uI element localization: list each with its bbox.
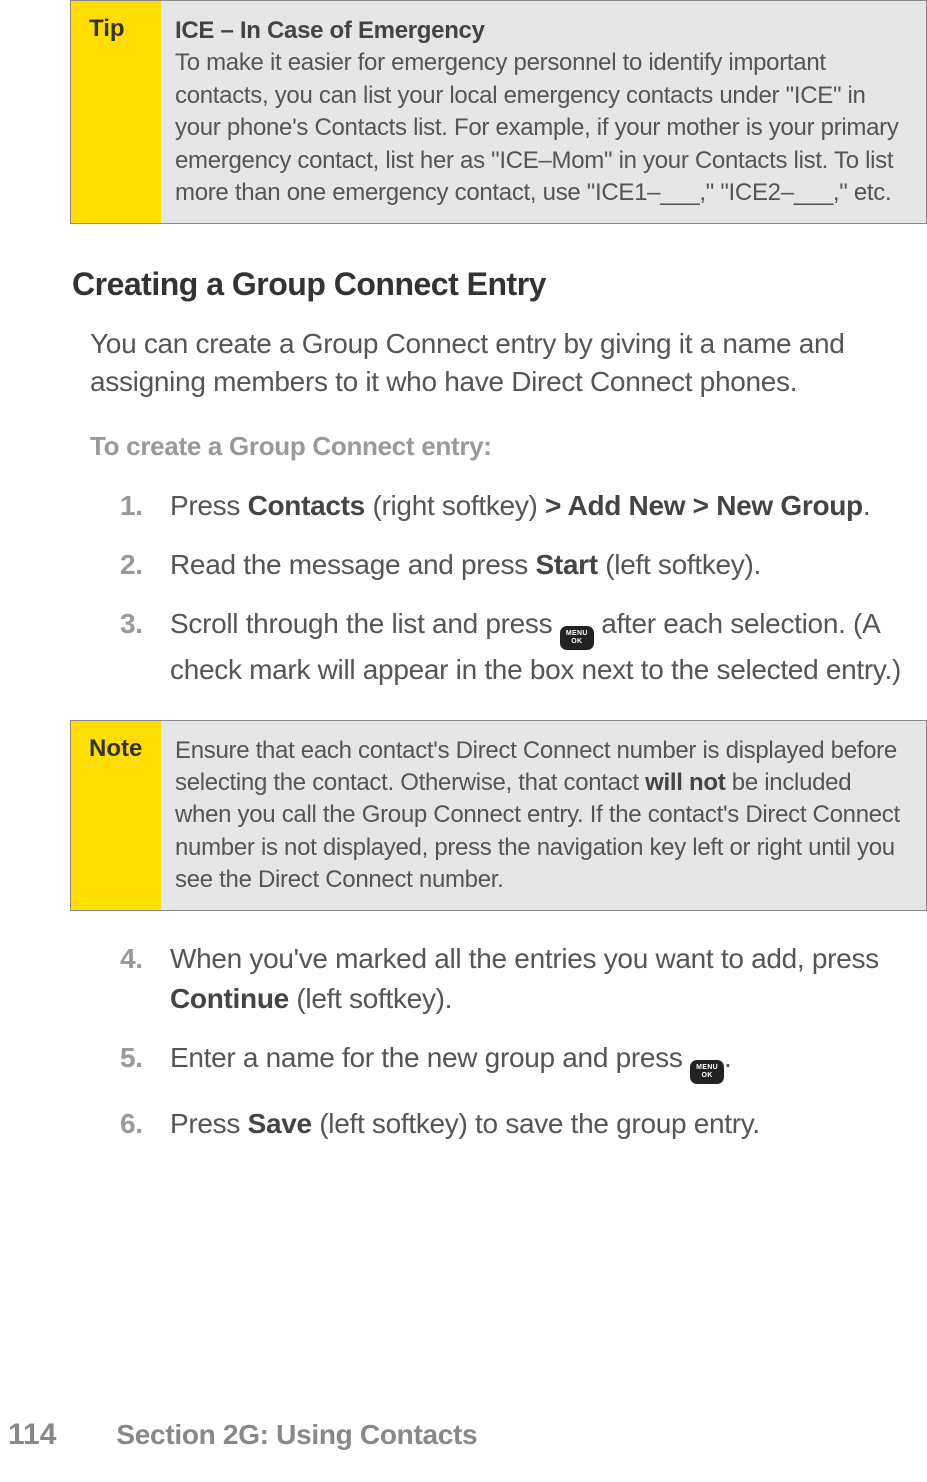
note-label: Note: [71, 721, 161, 911]
step-6: 6. Press Save (left softkey) to save the…: [120, 1104, 917, 1143]
tip-label: Tip: [71, 1, 161, 223]
step-text: Enter a name for the new group and press: [170, 1042, 690, 1073]
step-number: 3.: [120, 604, 143, 643]
step-text: (right softkey): [365, 490, 545, 521]
page-footer: 114 Section 2G: Using Contacts: [0, 1418, 927, 1452]
menu-ok-line2: OK: [571, 638, 582, 646]
step-text: Press: [170, 490, 248, 521]
step-number: 4.: [120, 939, 143, 978]
step-4: 4. When you've marked all the entries yo…: [120, 939, 917, 1017]
step-1: 1. Press Contacts (right softkey) > Add …: [120, 486, 917, 525]
step-number: 2.: [120, 545, 143, 584]
step-text: Press: [170, 1108, 248, 1139]
step-text: When you've marked all the entries you w…: [170, 943, 879, 974]
tip-callout: Tip ICE – In Case of Emergency To make i…: [70, 0, 927, 224]
step-text: .: [724, 1042, 731, 1073]
step-bold: Save: [248, 1108, 312, 1139]
step-text: Scroll through the list and press: [170, 608, 560, 639]
menu-ok-icon: MENUOK: [690, 1060, 724, 1084]
menu-ok-line1: MENU: [696, 1064, 718, 1072]
menu-ok-line2: OK: [701, 1072, 712, 1080]
step-bold: Contacts: [248, 490, 365, 521]
steps-list-b: 4. When you've marked all the entries yo…: [120, 939, 917, 1143]
section-heading: Creating a Group Connect Entry: [72, 266, 927, 303]
note-callout: Note Ensure that each contact's Direct C…: [70, 720, 927, 912]
step-5: 5. Enter a name for the new group and pr…: [120, 1038, 917, 1084]
tip-text: To make it easier for emergency personne…: [175, 49, 899, 206]
step-text: Read the message and press: [170, 549, 535, 580]
tip-title: ICE – In Case of Emergency: [175, 15, 904, 47]
tip-body: ICE – In Case of Emergency To make it ea…: [161, 1, 926, 223]
step-number: 6.: [120, 1104, 143, 1143]
subhead: To create a Group Connect entry:: [90, 431, 927, 462]
note-bold: will not: [645, 769, 725, 796]
steps-list-a: 1. Press Contacts (right softkey) > Add …: [120, 486, 917, 690]
menu-ok-icon: MENUOK: [560, 626, 594, 650]
step-text: (left softkey) to save the group entry.: [312, 1108, 760, 1139]
step-number: 5.: [120, 1038, 143, 1077]
step-text: (left softkey).: [598, 549, 761, 580]
step-bold: Start: [535, 549, 597, 580]
footer-section: Section 2G: Using Contacts: [116, 1419, 477, 1451]
step-number: 1.: [120, 486, 143, 525]
page: Tip ICE – In Case of Emergency To make i…: [0, 0, 927, 1482]
step-text: (left softkey).: [289, 983, 452, 1014]
step-text: .: [863, 490, 870, 521]
menu-ok-line1: MENU: [566, 630, 588, 638]
intro-paragraph: You can create a Group Connect entry by …: [90, 325, 917, 401]
step-bold: Continue: [170, 983, 289, 1014]
note-body: Ensure that each contact's Direct Connec…: [161, 721, 926, 911]
step-2: 2. Read the message and press Start (lef…: [120, 545, 917, 584]
page-number: 114: [8, 1418, 56, 1452]
step-bold: > Add New > New Group: [545, 490, 863, 521]
step-3: 3. Scroll through the list and press MEN…: [120, 604, 917, 689]
